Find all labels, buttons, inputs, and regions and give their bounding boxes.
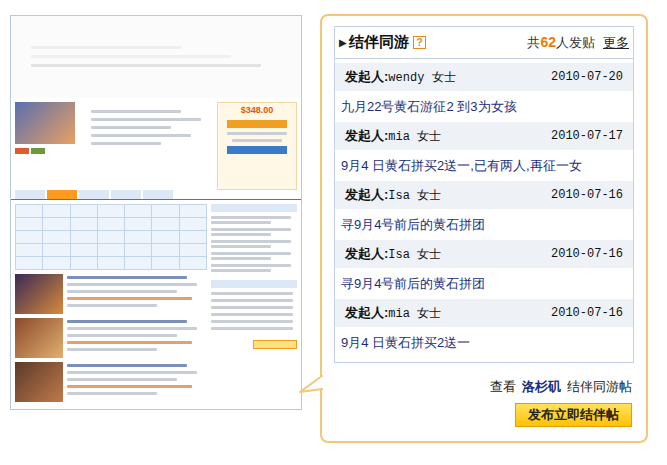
thumbnail-tabs xyxy=(11,190,301,200)
post-date: 2010-07-16 xyxy=(551,304,623,322)
post-title[interactable]: 9月4 日黄石拼买2送一,已有两人,再征一女 xyxy=(335,150,633,181)
screen: $348.00 ▶结伴同游?共62人发贴更多发起人:wendy 女士2010-07… xyxy=(0,0,667,465)
page-thumbnail: $348.00 xyxy=(10,15,302,410)
text-line xyxy=(211,313,293,316)
text-line xyxy=(91,126,171,129)
text-line xyxy=(211,221,271,224)
panel-header: ▶结伴同游?共62人发贴更多 xyxy=(335,27,633,59)
post-item[interactable]: 发起人:mia 女士2010-07-169月4 日黄石拼买2送一 xyxy=(335,299,633,358)
text-line xyxy=(227,132,287,135)
post-date: 2010-07-17 xyxy=(551,127,623,145)
companion-panel: ▶结伴同游?共62人发贴更多发起人:wendy 女士2010-07-20九月22… xyxy=(320,14,648,443)
text-line xyxy=(67,320,187,323)
text-line xyxy=(91,134,191,137)
post-date: 2010-07-20 xyxy=(551,68,623,86)
post-date: 2010-07-16 xyxy=(551,186,623,204)
text-line xyxy=(31,55,231,58)
text-line xyxy=(232,139,282,142)
text-line xyxy=(67,290,177,293)
more-link[interactable]: 更多 xyxy=(603,33,629,53)
text-line xyxy=(211,245,271,248)
mini-post-button xyxy=(253,340,297,349)
post-count: 62 xyxy=(540,32,556,53)
text-line xyxy=(67,327,197,330)
text-line xyxy=(31,64,261,67)
calendar-grid xyxy=(15,204,207,270)
text-line xyxy=(91,142,161,145)
text-line xyxy=(67,334,177,337)
text-line xyxy=(211,299,293,302)
post-item[interactable]: 发起人:mia 女士2010-07-179月4 日黄石拼买2送一,已有两人,再征… xyxy=(335,122,633,181)
post-item[interactable]: 发起人:wendy 女士2010-07-20九月22号黄石游征2 到3为女孩 xyxy=(335,63,633,122)
text-line xyxy=(211,292,293,295)
text-line xyxy=(211,240,291,243)
text-line xyxy=(31,46,181,49)
text-line xyxy=(67,371,197,374)
panel-title: 结伴同游 xyxy=(349,31,409,54)
post-title[interactable]: 寻9月4号前后的黄石拼团 xyxy=(335,209,633,240)
text-line xyxy=(67,385,192,388)
text-line xyxy=(67,297,192,300)
text-line xyxy=(211,257,271,260)
panel-footer: 查看洛杉矶结伴同游帖发布立即结伴帖 xyxy=(334,363,634,427)
text-line xyxy=(211,216,291,219)
itinerary-item xyxy=(15,362,207,402)
text-line xyxy=(67,304,157,307)
text-line xyxy=(67,341,192,344)
text-line xyxy=(67,392,157,395)
text-line xyxy=(211,228,291,231)
marker-icon: ▶ xyxy=(339,35,347,50)
post-item[interactable]: 发起人:Isa 女士2010-07-16寻9月4号前后的黄石拼团 xyxy=(335,181,633,240)
itinerary-item xyxy=(15,274,207,314)
post-title[interactable]: 寻9月4号前后的黄石拼团 xyxy=(335,268,633,299)
text-line xyxy=(67,276,187,279)
text-line xyxy=(91,118,201,121)
post-item[interactable]: 发起人:Isa 女士2010-07-16寻9月4号前后的黄石拼团 xyxy=(335,240,633,299)
callout-pointer-icon xyxy=(299,372,323,400)
post-meta: 发起人:Isa 女士2010-07-16 xyxy=(335,181,633,209)
text-line xyxy=(211,306,293,309)
post-title[interactable]: 9月4 日黄石拼买2送一 xyxy=(335,327,633,358)
itinerary-item xyxy=(15,318,207,358)
help-icon[interactable]: ? xyxy=(413,36,426,49)
thumbnail-header xyxy=(11,16,301,98)
text-line xyxy=(91,110,181,113)
post-button[interactable]: 发布立即结伴帖 xyxy=(515,403,632,427)
post-date: 2010-07-16 xyxy=(551,245,623,263)
post-meta: 发起人:wendy 女士2010-07-20 xyxy=(335,63,633,91)
text-line xyxy=(211,233,271,236)
post-meta: 发起人:mia 女士2010-07-16 xyxy=(335,299,633,327)
text-line xyxy=(211,264,291,267)
text-line xyxy=(211,320,293,323)
city-link[interactable]: 洛杉矶 xyxy=(522,377,561,397)
text-line xyxy=(211,252,291,255)
post-meta: 发起人:mia 女士2010-07-17 xyxy=(335,122,633,150)
posts-box: ▶结伴同游?共62人发贴更多发起人:wendy 女士2010-07-20九月22… xyxy=(334,26,634,363)
text-line xyxy=(67,364,187,367)
price: $348.00 xyxy=(241,105,274,116)
product-photo xyxy=(15,102,75,144)
text-line xyxy=(67,348,157,351)
text-line xyxy=(67,283,197,286)
booking-box: $348.00 xyxy=(217,102,297,190)
post-title[interactable]: 九月22号黄石游征2 到3为女孩 xyxy=(335,91,633,122)
product-summary: $348.00 xyxy=(11,98,301,190)
text-line xyxy=(211,269,271,272)
text-line xyxy=(67,378,177,381)
text-line xyxy=(211,327,293,330)
post-meta: 发起人:Isa 女士2010-07-16 xyxy=(335,240,633,268)
